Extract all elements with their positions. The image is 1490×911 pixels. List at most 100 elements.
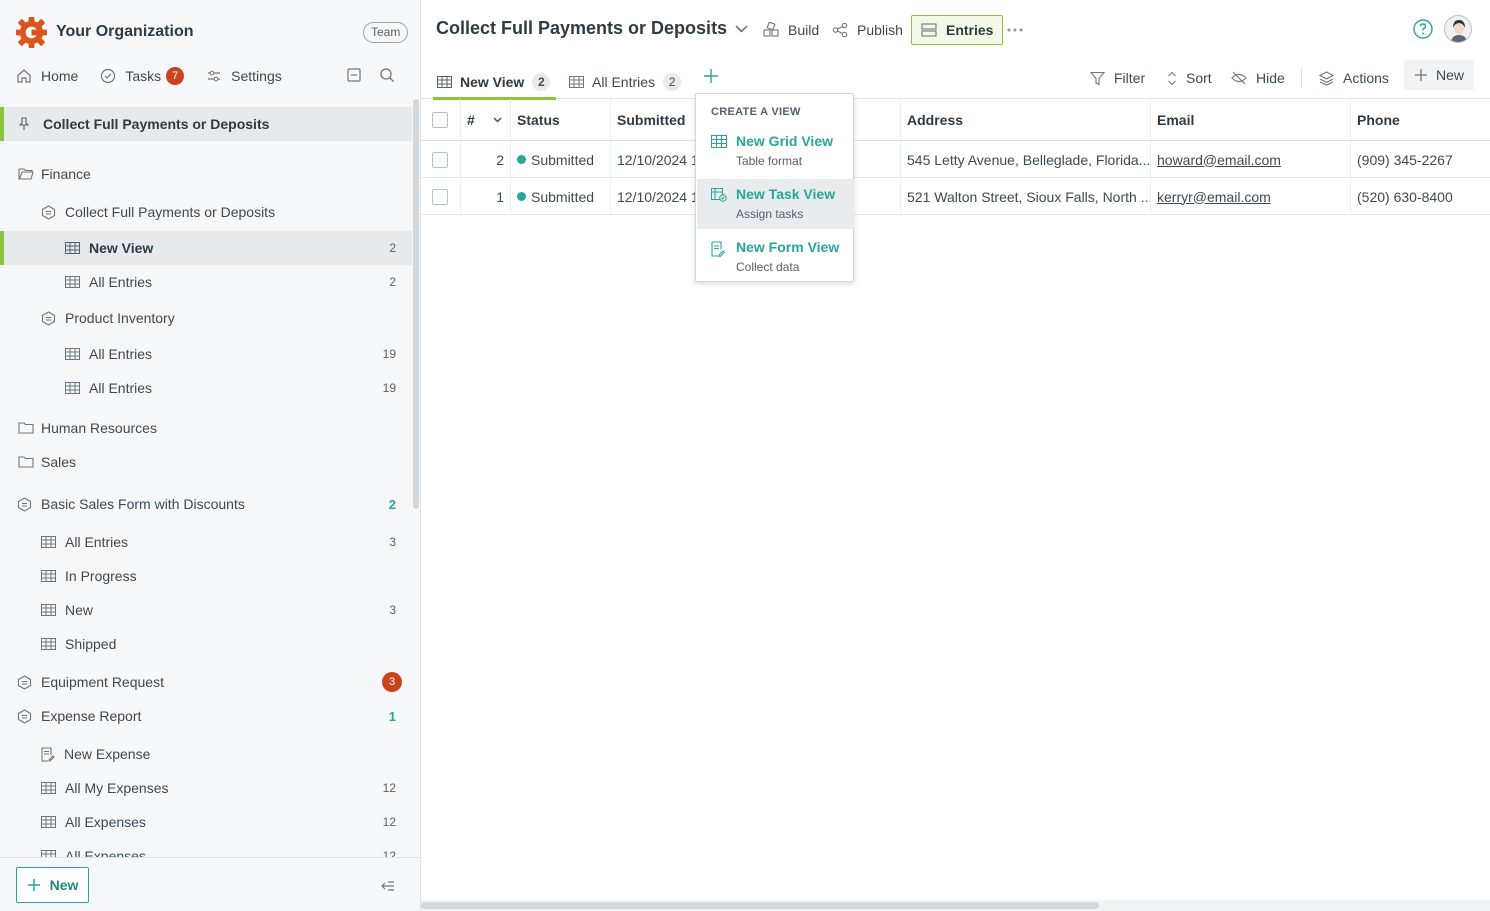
horizontal-scrollbar[interactable] [421, 900, 1490, 911]
sidebar-item-count: 19 [382, 347, 396, 361]
tab-new-view[interactable]: New View 2 [432, 66, 557, 100]
email-cell[interactable]: howard@email.com [1151, 142, 1351, 177]
filter-button[interactable]: Filter [1090, 66, 1145, 90]
menu-item-label: New Form View [736, 239, 840, 255]
grid-icon [65, 276, 80, 288]
menu-item-new-task-view[interactable]: New Task View Assign tasks [697, 179, 854, 229]
sidebar-item-label: All My Expenses [65, 780, 169, 796]
row-checkbox[interactable] [432, 151, 448, 168]
column-header-address[interactable]: Address [901, 99, 1151, 140]
help-icon[interactable] [1413, 19, 1433, 39]
tab-all-entries[interactable]: All Entries 2 [569, 66, 682, 98]
phone-cell[interactable]: (520) 630-8400 [1351, 179, 1490, 214]
sidebar-item-view[interactable]: New 3 [0, 593, 412, 627]
column-header-number[interactable]: # [461, 99, 511, 140]
tab-count: 2 [663, 73, 682, 91]
email-cell[interactable]: kerryr@email.com [1151, 179, 1351, 214]
publish-button[interactable]: Publish [832, 15, 903, 45]
horizontal-scrollbar-thumb[interactable] [421, 902, 1099, 909]
sidebar-item-view[interactable]: All Entries 19 [0, 337, 412, 371]
column-header-status[interactable]: Status [511, 99, 611, 140]
create-view-menu: CREATE A VIEW New Grid View Table format… [695, 93, 854, 282]
collapse-sidebar-icon[interactable] [380, 880, 396, 892]
build-button[interactable]: Build [763, 15, 819, 45]
org-switcher[interactable]: Your Organization [15, 16, 193, 48]
collapse-all-icon[interactable] [346, 67, 362, 83]
sidebar-tools [346, 67, 395, 83]
actions-label: Actions [1343, 70, 1389, 86]
status-cell[interactable]: Submitted [511, 142, 611, 177]
menu-item-new-grid-view[interactable]: New Grid View Table format [697, 126, 854, 176]
entries-button[interactable]: Entries [911, 15, 1004, 45]
phone-cell[interactable]: (909) 345-2267 [1351, 142, 1490, 177]
nav-home[interactable]: Home [16, 68, 78, 84]
chevron-down-icon[interactable] [493, 117, 502, 123]
actions-button[interactable]: Actions [1319, 66, 1389, 90]
sidebar-item-form[interactable]: Basic Sales Form with Discounts 2 [0, 487, 412, 521]
sidebar: Your Organization Team Home Tasks 7 Sett… [0, 0, 421, 911]
more-icon[interactable] [1006, 27, 1024, 33]
sidebar-item-form[interactable]: Collect Full Payments or Deposits [0, 195, 412, 229]
search-icon[interactable] [379, 67, 395, 83]
add-view-icon[interactable] [703, 68, 719, 84]
nav-tasks[interactable]: Tasks 7 [100, 67, 185, 85]
status-cell[interactable]: Submitted [511, 179, 611, 214]
check-circle-icon [101, 68, 116, 84]
sidebar-item-folder[interactable]: Sales [0, 445, 412, 479]
grid-icon [41, 638, 56, 650]
menu-item-description: Assign tasks [736, 207, 804, 221]
page-title[interactable]: Collect Full Payments or Deposits [436, 18, 748, 39]
build-label: Build [788, 22, 820, 38]
grid-icon [41, 816, 56, 828]
table-row[interactable]: 2 Submitted 12/10/2024 1 545 Letty Avenu… [421, 142, 1490, 178]
form-hex-icon [17, 496, 32, 512]
sliders-icon [208, 70, 221, 82]
column-header-phone[interactable]: Phone [1351, 99, 1490, 140]
sidebar-new-button[interactable]: New [16, 867, 89, 903]
sidebar-item-view[interactable]: Shipped [0, 627, 412, 661]
sidebar-item-view[interactable]: All Entries 3 [0, 525, 412, 559]
new-entry-button[interactable]: New [1404, 60, 1474, 90]
row-checkbox[interactable] [432, 188, 448, 205]
sidebar-item-view[interactable]: All Expenses 12 [0, 805, 412, 839]
sort-label: Sort [1186, 70, 1212, 86]
email-link[interactable]: howard@email.com [1157, 152, 1281, 168]
sidebar-item-form[interactable]: Product Inventory [0, 301, 412, 335]
sidebar-item-count: 19 [382, 381, 396, 395]
table-row[interactable]: 1 Submitted 12/10/2024 1 521 Walton Stre… [421, 179, 1490, 215]
grid-icon [569, 76, 584, 88]
address-cell[interactable]: 521 Walton Street, Sioux Falls, North ..… [901, 179, 1151, 214]
user-avatar-icon [1445, 16, 1471, 42]
email-link[interactable]: kerryr@email.com [1157, 189, 1271, 205]
grid-icon [65, 242, 80, 254]
sidebar-item-view[interactable]: All Entries 19 [0, 371, 412, 405]
row-select-cell [421, 142, 461, 177]
nav-settings[interactable]: Settings [206, 68, 282, 84]
sort-button[interactable]: Sort [1167, 66, 1212, 90]
sidebar-item-folder[interactable]: Human Resources [0, 411, 412, 445]
sidebar-item-view[interactable]: All Expenses 12 [0, 839, 412, 857]
sidebar-item-finance[interactable]: Finance [0, 157, 412, 191]
address-cell[interactable]: 545 Letty Avenue, Belleglade, Florida... [901, 142, 1151, 177]
menu-item-label: New Task View [736, 186, 836, 202]
sidebar-item-view[interactable]: All Entries 2 [0, 265, 412, 299]
plus-icon [27, 879, 40, 891]
hide-button[interactable]: Hide [1231, 66, 1285, 90]
menu-item-label: New Grid View [736, 133, 833, 149]
avatar[interactable] [1444, 15, 1472, 43]
sidebar-item-form-view[interactable]: New Expense [0, 737, 412, 771]
sidebar-item-view[interactable]: In Progress [0, 559, 412, 593]
row-number: 2 [461, 142, 511, 177]
sidebar-item-form[interactable]: Equipment Request 3 [0, 665, 412, 699]
sidebar-item-form[interactable]: Expense Report 1 [0, 699, 412, 733]
page-title-text: Collect Full Payments or Deposits [436, 18, 728, 38]
view-tabs: New View 2 All Entries 2 Filter Sort Hid… [421, 60, 1490, 100]
sidebar-item-view-active[interactable]: New View 2 [0, 231, 412, 265]
select-all-checkbox[interactable] [432, 111, 448, 128]
sidebar-new-label: New [49, 877, 79, 893]
sidebar-item-view[interactable]: All My Expenses 12 [0, 771, 412, 805]
sidebar-item-count: 2 [388, 496, 396, 512]
column-header-email[interactable]: Email [1151, 99, 1351, 140]
menu-item-new-form-view[interactable]: New Form View Collect data [697, 232, 854, 282]
sidebar-scrollbar[interactable] [413, 99, 419, 509]
